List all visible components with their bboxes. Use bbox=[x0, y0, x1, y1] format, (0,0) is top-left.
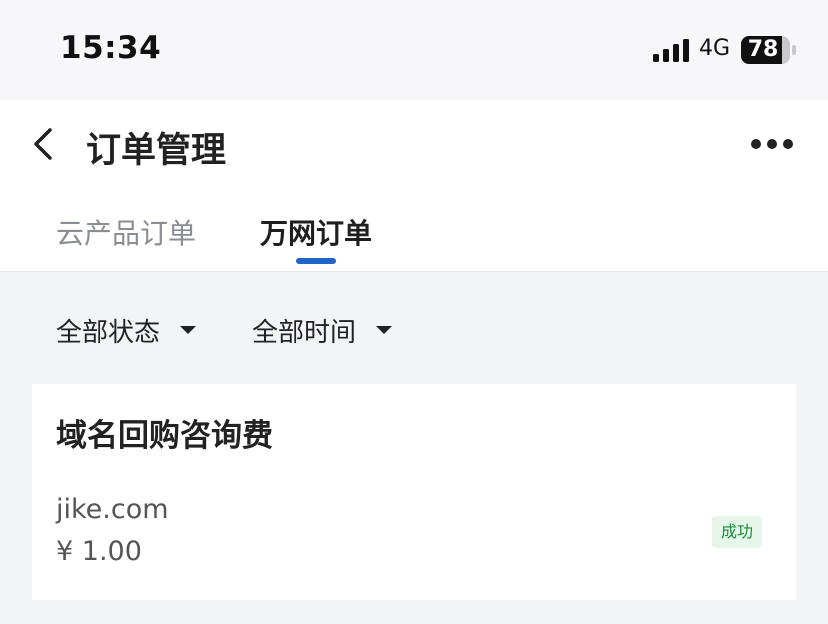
page-title: 订单管理 bbox=[86, 131, 227, 171]
tab-wanwang-orders[interactable]: 万网订单 bbox=[260, 212, 372, 252]
time-filter-dropdown[interactable]: 全部时间 bbox=[252, 312, 356, 349]
more-options-icon[interactable] bbox=[748, 132, 796, 156]
status-badge: 成功 bbox=[712, 516, 762, 548]
order-domain: jike.com bbox=[56, 494, 169, 525]
network-type: 4G bbox=[699, 36, 731, 61]
active-tab-indicator bbox=[296, 258, 336, 264]
cellular-signal-icon bbox=[653, 39, 689, 62]
tab-cloud-product-orders[interactable]: 云产品订单 bbox=[56, 212, 196, 252]
back-arrow-icon[interactable] bbox=[28, 122, 60, 166]
caret-down-icon[interactable] bbox=[180, 326, 196, 334]
status-filter-dropdown[interactable]: 全部状态 bbox=[56, 312, 160, 349]
battery-level: 78 bbox=[747, 37, 779, 62]
order-title: 域名回购咨询费 bbox=[56, 418, 273, 454]
divider bbox=[0, 271, 828, 272]
order-price: ¥ 1.00 bbox=[56, 536, 142, 567]
status-time: 15:34 bbox=[60, 30, 162, 66]
caret-down-icon[interactable] bbox=[376, 326, 392, 334]
